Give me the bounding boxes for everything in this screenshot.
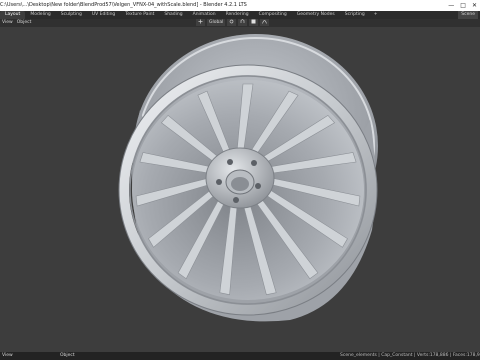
tab-rendering[interactable]: Rendering <box>221 11 254 19</box>
tab-layout[interactable]: Layout <box>0 11 26 19</box>
window-titlebar: C:\Users\...\Desktop\New folder\BlendPro… <box>0 0 480 11</box>
status-stats: Scene_elements | Cap_Constant | Verts:17… <box>340 353 480 358</box>
close-icon[interactable]: ✕ <box>472 0 477 11</box>
maximize-icon[interactable]: □ <box>460 0 466 11</box>
viewport-header: View Object Global <box>0 19 480 27</box>
tab-uv-editing[interactable]: UV Editing <box>87 11 120 19</box>
menu-object[interactable]: Object <box>15 19 34 27</box>
tab-sculpting[interactable]: Sculpting <box>56 11 87 19</box>
tab-modeling[interactable]: Modeling <box>25 11 55 19</box>
status-object: Object <box>60 353 75 358</box>
workspace-tabs: Layout Modeling Sculpting UV Editing Tex… <box>0 11 480 19</box>
tab-compositing[interactable]: Compositing <box>254 11 292 19</box>
wheel-render <box>118 34 378 322</box>
wheel-hub <box>205 147 275 209</box>
3d-viewport[interactable] <box>0 27 480 352</box>
proportional-edit-icon[interactable] <box>249 19 259 26</box>
pivot-icon[interactable] <box>227 19 237 26</box>
scene-selectors: Scene <box>458 11 480 19</box>
tab-animation[interactable]: Animation <box>188 11 221 19</box>
menu-view[interactable]: View <box>0 19 15 27</box>
minimize-icon[interactable]: — <box>448 0 454 11</box>
transform-orientation-select[interactable]: Global <box>207 19 226 26</box>
tab-shading[interactable]: Shading <box>159 11 187 19</box>
tab-scripting[interactable]: Scripting <box>340 11 370 19</box>
window-controls: — □ ✕ <box>448 0 477 11</box>
add-workspace-button[interactable]: + <box>370 11 382 19</box>
tab-texture-paint[interactable]: Texture Paint <box>120 11 159 19</box>
falloff-icon[interactable] <box>260 19 270 26</box>
tab-geometry-nodes[interactable]: Geometry Nodes <box>292 11 340 19</box>
transform-tools: Global <box>196 19 270 26</box>
status-bar: View Object Scene_elements | Cap_Constan… <box>0 352 480 360</box>
window-title: C:\Users\...\Desktop\New folder\BlendPro… <box>0 2 247 8</box>
status-view: View <box>2 353 13 358</box>
scene-selector[interactable]: Scene <box>458 11 478 19</box>
transform-orientation-icon[interactable] <box>196 19 205 26</box>
snap-icon[interactable] <box>238 19 248 26</box>
